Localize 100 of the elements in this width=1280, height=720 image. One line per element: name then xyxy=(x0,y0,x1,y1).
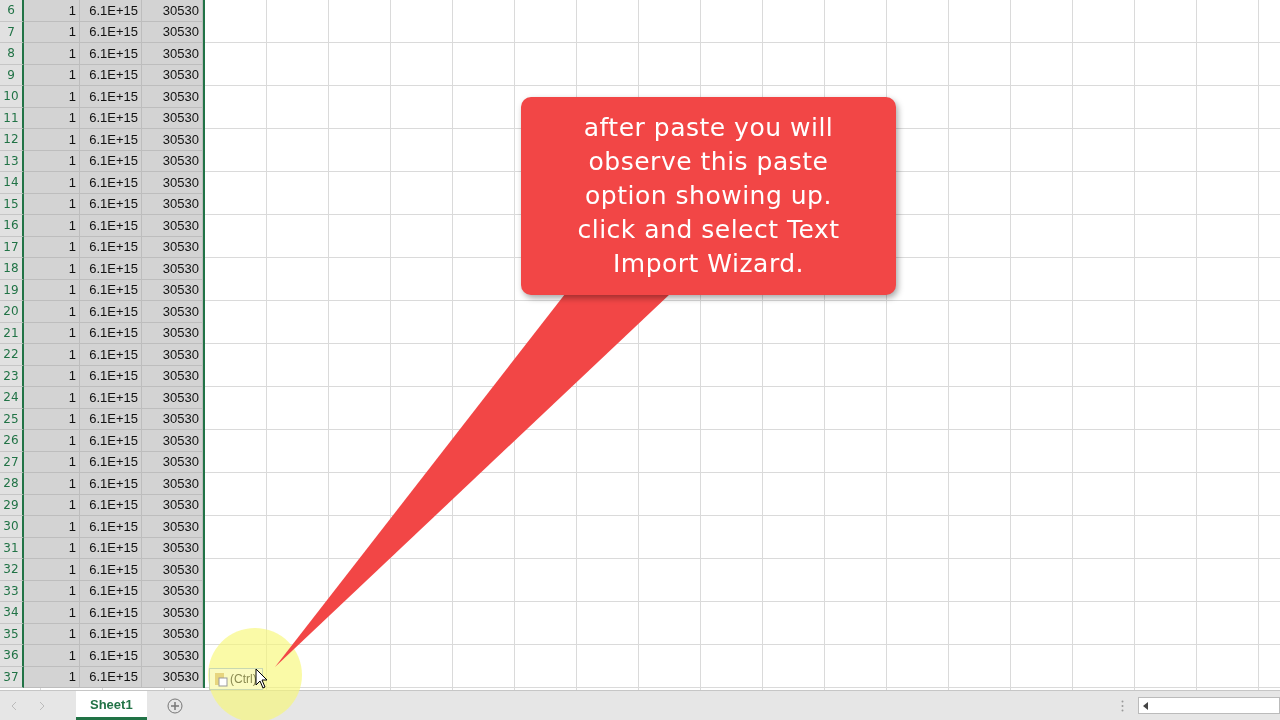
table-cell: 6.1E+15 xyxy=(80,215,142,237)
table-cell: 30530 xyxy=(142,64,203,86)
mouse-cursor-icon xyxy=(255,668,269,690)
table-cell: 6.1E+15 xyxy=(80,387,142,409)
row-header[interactable]: 10 xyxy=(0,86,24,108)
table-cell: 30530 xyxy=(142,236,203,258)
table-cell: 6.1E+15 xyxy=(80,430,142,452)
table-cell: 1 xyxy=(24,150,80,172)
row-header[interactable]: 17 xyxy=(0,236,24,258)
table-cell: 6.1E+15 xyxy=(80,258,142,280)
table-cell: 6.1E+15 xyxy=(80,473,142,495)
table-cell: 1 xyxy=(24,236,80,258)
table-cell: 30530 xyxy=(142,301,203,323)
row-header[interactable]: 25 xyxy=(0,408,24,430)
table-cell: 30530 xyxy=(142,279,203,301)
table-cell: 30530 xyxy=(142,172,203,194)
row-header[interactable]: 29 xyxy=(0,494,24,516)
row-header[interactable]: 21 xyxy=(0,322,24,344)
row-header[interactable]: 13 xyxy=(0,150,24,172)
table-cell: 6.1E+15 xyxy=(80,451,142,473)
add-sheet-icon[interactable] xyxy=(166,697,183,714)
table-cell: 30530 xyxy=(142,21,203,43)
table-cell: 6.1E+15 xyxy=(80,301,142,323)
table-cell: 6.1E+15 xyxy=(80,129,142,151)
row-header[interactable]: 20 xyxy=(0,301,24,323)
table-cell: 1 xyxy=(24,559,80,581)
row-header[interactable]: 19 xyxy=(0,279,24,301)
table-cell: 1 xyxy=(24,387,80,409)
table-cell: 30530 xyxy=(142,0,203,22)
table-cell: 6.1E+15 xyxy=(80,344,142,366)
row-header[interactable]: 31 xyxy=(0,537,24,559)
row-header[interactable]: 32 xyxy=(0,559,24,581)
table-cell: 6.1E+15 xyxy=(80,559,142,581)
clipboard-icon xyxy=(214,671,228,687)
row-header[interactable]: 27 xyxy=(0,451,24,473)
row-header[interactable]: 28 xyxy=(0,473,24,495)
table-cell: 6.1E+15 xyxy=(80,279,142,301)
table-cell: 1 xyxy=(24,129,80,151)
row-header[interactable]: 11 xyxy=(0,107,24,129)
table-cell: 6.1E+15 xyxy=(80,172,142,194)
table-cell: 30530 xyxy=(142,150,203,172)
table-cell: 1 xyxy=(24,365,80,387)
row-header[interactable]: 30 xyxy=(0,516,24,538)
splitter-handle-icon[interactable] xyxy=(1121,699,1124,712)
table-cell: 6.1E+15 xyxy=(80,645,142,667)
row-header[interactable]: 15 xyxy=(0,193,24,215)
table-cell: 30530 xyxy=(142,365,203,387)
table-cell: 1 xyxy=(24,473,80,495)
row-header[interactable]: 37 xyxy=(0,666,24,688)
sheet-tab[interactable]: Sheet1 xyxy=(76,691,147,720)
row-header[interactable]: 35 xyxy=(0,623,24,645)
table-cell: 1 xyxy=(24,666,80,688)
row-header[interactable]: 7 xyxy=(0,21,24,43)
table-cell: 1 xyxy=(24,0,80,22)
table-cell: 6.1E+15 xyxy=(80,580,142,602)
row-header[interactable]: 36 xyxy=(0,645,24,667)
table-cell: 1 xyxy=(24,258,80,280)
table-cell: 1 xyxy=(24,430,80,452)
row-header[interactable]: 24 xyxy=(0,387,24,409)
row-header[interactable]: 26 xyxy=(0,430,24,452)
table-cell: 1 xyxy=(24,86,80,108)
table-cell: 30530 xyxy=(142,258,203,280)
table-cell: 1 xyxy=(24,107,80,129)
table-cell: 1 xyxy=(24,623,80,645)
table-cell: 1 xyxy=(24,64,80,86)
row-header[interactable]: 12 xyxy=(0,129,24,151)
table-cell: 30530 xyxy=(142,666,203,688)
table-cell: 1 xyxy=(24,322,80,344)
table-cell: 1 xyxy=(24,172,80,194)
table-cell: 30530 xyxy=(142,473,203,495)
row-header[interactable]: 18 xyxy=(0,258,24,280)
table-cell: 6.1E+15 xyxy=(80,64,142,86)
table-cell: 6.1E+15 xyxy=(80,107,142,129)
horizontal-scrollbar[interactable] xyxy=(1138,697,1280,714)
table-cell: 30530 xyxy=(142,408,203,430)
row-header[interactable]: 16 xyxy=(0,215,24,237)
row-header[interactable]: 14 xyxy=(0,172,24,194)
table-cell: 30530 xyxy=(142,580,203,602)
table-cell: 30530 xyxy=(142,322,203,344)
table-cell: 30530 xyxy=(142,645,203,667)
table-cell: 1 xyxy=(24,537,80,559)
table-cell: 30530 xyxy=(142,129,203,151)
table-cell: 30530 xyxy=(142,107,203,129)
row-header[interactable]: 34 xyxy=(0,602,24,624)
table-cell: 6.1E+15 xyxy=(80,602,142,624)
table-cell: 30530 xyxy=(142,516,203,538)
row-header[interactable]: 23 xyxy=(0,365,24,387)
table-cell: 1 xyxy=(24,279,80,301)
table-cell: 1 xyxy=(24,215,80,237)
row-header[interactable]: 22 xyxy=(0,344,24,366)
row-header[interactable]: 6 xyxy=(0,0,24,22)
row-header[interactable]: 9 xyxy=(0,64,24,86)
table-cell: 1 xyxy=(24,602,80,624)
table-cell: 1 xyxy=(24,494,80,516)
row-header[interactable]: 33 xyxy=(0,580,24,602)
table-cell: 1 xyxy=(24,43,80,65)
table-cell: 6.1E+15 xyxy=(80,0,142,22)
table-cell: 30530 xyxy=(142,451,203,473)
row-header[interactable]: 8 xyxy=(0,43,24,65)
table-cell: 1 xyxy=(24,645,80,667)
